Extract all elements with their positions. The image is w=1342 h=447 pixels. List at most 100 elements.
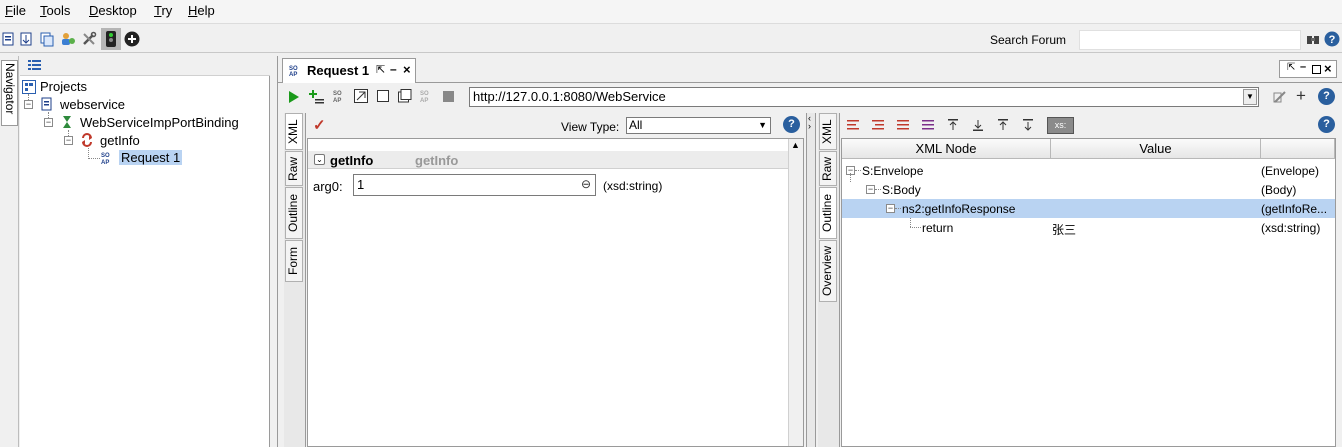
- move-down-icon[interactable]: [1022, 119, 1034, 131]
- projects-icon: [22, 80, 36, 94]
- menu-tools[interactable]: Tools: [40, 3, 70, 18]
- tabs-view-icon[interactable]: [398, 89, 412, 103]
- expander-getinfo[interactable]: −: [64, 136, 73, 145]
- add-endpoint-icon[interactable]: +: [1296, 86, 1306, 106]
- validate-check-icon[interactable]: ✓: [313, 116, 326, 134]
- menu-try[interactable]: Try: [154, 3, 172, 18]
- add-icon[interactable]: [124, 31, 140, 47]
- request-side-tabs: XML Raw Outline Form: [284, 113, 306, 447]
- soap-request-icon: SOAP: [289, 66, 298, 77]
- split-view-icon[interactable]: [377, 90, 389, 102]
- minimize-icon[interactable]: –: [390, 62, 397, 76]
- request-tab-raw[interactable]: Raw: [285, 151, 303, 186]
- detach-icon[interactable]: ⇱: [376, 63, 385, 76]
- edit-endpoint-icon[interactable]: [1273, 90, 1287, 104]
- outdent-icon[interactable]: [897, 119, 909, 131]
- xs-toggle-button[interactable]: xs:: [1047, 117, 1074, 134]
- help-icon[interactable]: ?: [1324, 31, 1340, 47]
- collapse-right-icon[interactable]: ›: [808, 121, 811, 131]
- search-forum-input[interactable]: [1079, 30, 1301, 50]
- move-top-icon[interactable]: [947, 119, 959, 131]
- svg-text:SO: SO: [333, 91, 342, 97]
- column-type[interactable]: [1261, 139, 1335, 159]
- svg-text:AP: AP: [289, 72, 297, 77]
- expander-webservice[interactable]: −: [24, 100, 33, 109]
- type-cell: (xsd:string): [1261, 221, 1321, 235]
- tree-binding[interactable]: WebServiceImpPortBinding: [80, 115, 239, 130]
- main-toolbar: Search Forum ?: [0, 25, 1342, 53]
- response-help-icon[interactable]: ?: [1318, 116, 1335, 133]
- arg0-field[interactable]: 1 ⊖: [353, 174, 596, 196]
- tree-project-webservice[interactable]: webservice: [60, 97, 125, 112]
- svg-text:AP: AP: [101, 160, 109, 165]
- tree-operation-getinfo[interactable]: getInfo: [100, 133, 140, 148]
- table-row[interactable]: return 张三 (xsd:string): [842, 218, 1335, 237]
- response-tab-xml[interactable]: XML: [819, 113, 837, 150]
- chevron-down-icon[interactable]: ▼: [1243, 89, 1257, 105]
- recreate-request-icon[interactable]: [354, 89, 368, 103]
- table-row[interactable]: − S:Body (Body): [842, 180, 1335, 199]
- arg0-value: 1: [357, 177, 365, 192]
- arg0-type: (xsd:string): [603, 179, 663, 193]
- svg-text:SO: SO: [420, 91, 429, 97]
- column-value[interactable]: Value: [1051, 139, 1261, 159]
- response-tab-outline[interactable]: Outline: [819, 187, 837, 239]
- request-tab-form[interactable]: Form: [285, 240, 303, 282]
- minimize-window-icon[interactable]: –: [1300, 61, 1306, 73]
- table-row[interactable]: − ns2:getInfoResponse (getInfoRe...: [842, 199, 1335, 218]
- binoculars-icon[interactable]: [1305, 31, 1321, 47]
- preferences-icon[interactable]: [81, 31, 97, 47]
- response-tab-overview[interactable]: Overview: [819, 240, 837, 302]
- move-bottom-icon[interactable]: [972, 119, 984, 131]
- table-row[interactable]: − S:Envelope (Envelope): [842, 161, 1335, 180]
- menu-help[interactable]: Help: [188, 3, 215, 18]
- endpoint-url-select[interactable]: http://127.0.0.1:8080/WebService ▼: [469, 87, 1259, 107]
- request-help-icon[interactable]: ?: [783, 116, 800, 133]
- view-type-select[interactable]: All ▼: [626, 117, 771, 134]
- soap-wsa-icon[interactable]: SOAP: [333, 89, 347, 104]
- import-icon[interactable]: [18, 31, 34, 47]
- tree-projects[interactable]: Projects: [40, 79, 87, 94]
- proxy-icon[interactable]: [101, 28, 121, 50]
- justify-icon[interactable]: [922, 119, 934, 131]
- tab-request-1[interactable]: SO AP Request 1 ⇱ – ×: [282, 58, 416, 83]
- close-window-icon[interactable]: ×: [1324, 61, 1332, 76]
- clear-field-icon[interactable]: ⊖: [581, 177, 591, 191]
- svg-text:SO: SO: [101, 153, 110, 159]
- tree-request-1[interactable]: Request 1: [119, 150, 183, 165]
- add-assertion-icon[interactable]: [309, 89, 325, 105]
- operation-icon: [82, 133, 92, 147]
- menu-file[interactable]: File: [5, 3, 26, 18]
- plugin-icon[interactable]: [60, 31, 76, 47]
- request-toolbar: SO AP SO AP http://127.0.0.1:8080/WebServi…: [278, 84, 1342, 112]
- response-tab-raw[interactable]: Raw: [819, 151, 837, 186]
- indent-icon[interactable]: [872, 119, 884, 131]
- help-icon[interactable]: ?: [1318, 88, 1335, 105]
- request-tab-outline[interactable]: Outline: [285, 187, 303, 239]
- view-type-value: All: [629, 118, 643, 132]
- scroll-up-icon[interactable]: ▲: [791, 140, 800, 150]
- soap-inactive-icon[interactable]: SOAP: [420, 89, 434, 104]
- move-up-icon[interactable]: [997, 119, 1009, 131]
- save-all-icon[interactable]: [39, 31, 55, 47]
- run-icon[interactable]: [288, 90, 300, 104]
- menu-desktop[interactable]: Desktop: [89, 3, 137, 18]
- xml-node-cell: S:Body: [882, 183, 921, 197]
- svg-text:?: ?: [1329, 34, 1336, 46]
- close-icon[interactable]: ×: [403, 62, 411, 77]
- detach-window-icon[interactable]: ⇱: [1287, 62, 1295, 73]
- new-project-icon[interactable]: [0, 31, 16, 47]
- expander-binding[interactable]: −: [44, 118, 53, 127]
- align-icon[interactable]: [847, 119, 859, 131]
- expander-getinforesponse[interactable]: −: [886, 204, 895, 213]
- column-xml-node[interactable]: XML Node: [842, 139, 1051, 159]
- panel-splitter[interactable]: ‹ ›: [806, 113, 816, 447]
- expander-body[interactable]: −: [866, 185, 875, 194]
- request-tab-xml[interactable]: XML: [285, 113, 303, 150]
- collapse-all-icon[interactable]: [28, 59, 41, 72]
- collapse-section-icon[interactable]: ⌄: [314, 154, 325, 165]
- stop-icon[interactable]: [443, 91, 454, 102]
- request-scrollbar[interactable]: ▲: [788, 139, 803, 446]
- navigator-tab[interactable]: Navigator: [1, 60, 18, 126]
- maximize-window-icon[interactable]: [1312, 65, 1321, 74]
